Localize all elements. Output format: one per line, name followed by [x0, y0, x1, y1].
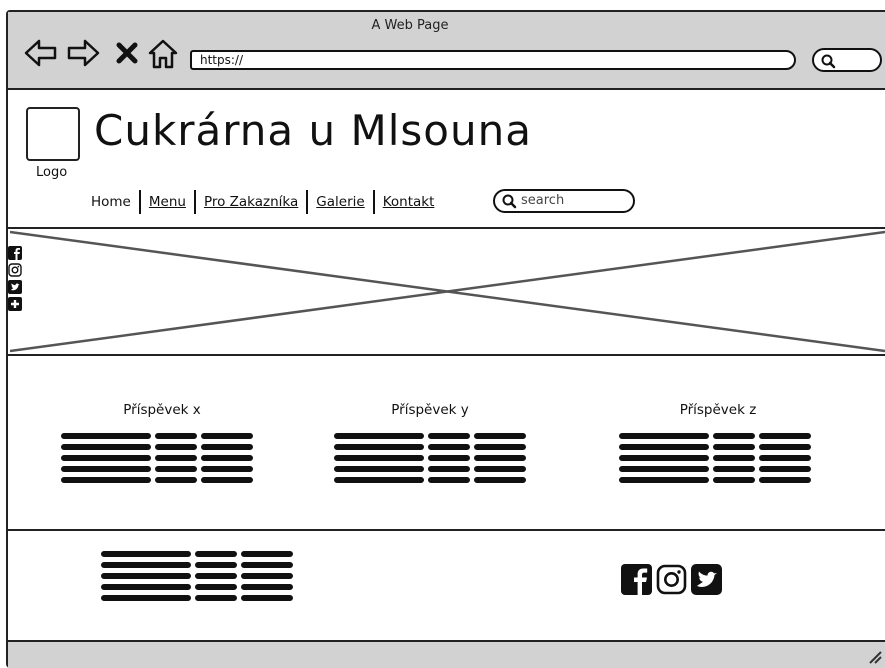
post-text-placeholder — [619, 433, 811, 483]
twitter-icon[interactable] — [691, 564, 722, 595]
facebook-icon[interactable] — [621, 564, 652, 595]
menu-item-pro-zakaznika[interactable]: Pro Zakazníka — [196, 193, 306, 211]
close-icon[interactable] — [116, 42, 138, 64]
instagram-icon[interactable] — [656, 564, 687, 595]
instagram-icon[interactable] — [8, 263, 22, 277]
post-title: Příspěvek z — [679, 402, 757, 418]
menu-item-home[interactable]: Home — [83, 193, 139, 211]
site-search-input[interactable]: search — [493, 189, 635, 213]
browser-status-bar — [8, 642, 885, 668]
divider — [8, 227, 885, 229]
post-text-placeholder — [334, 433, 526, 483]
url-input[interactable]: https:// — [190, 50, 796, 70]
post-title: Příspěvek x — [123, 402, 201, 418]
browser-search-button[interactable] — [812, 48, 882, 72]
post-title: Příspěvek y — [391, 402, 469, 418]
logo-label: Logo — [36, 165, 68, 180]
search-icon — [502, 194, 517, 209]
forward-arrow-icon[interactable] — [66, 38, 100, 68]
site-title: Cukrárna u Mlsouna — [94, 106, 532, 155]
social-sidebar — [8, 246, 24, 311]
divider — [8, 529, 885, 531]
back-arrow-icon[interactable] — [24, 38, 58, 68]
footer-social-links — [621, 564, 722, 595]
menu-item-galerie[interactable]: Galerie — [308, 193, 372, 211]
post-text-placeholder — [61, 433, 253, 483]
twitter-icon[interactable] — [8, 280, 22, 294]
home-icon[interactable] — [146, 38, 180, 70]
logo — [26, 107, 80, 161]
plus-icon[interactable] — [8, 297, 22, 311]
divider — [8, 354, 885, 356]
resize-handle-icon[interactable] — [868, 650, 882, 664]
search-icon — [821, 54, 836, 69]
hero-image-placeholder — [10, 230, 885, 353]
facebook-icon[interactable] — [8, 246, 22, 260]
window-title: A Web Page — [371, 18, 449, 33]
search-placeholder: search — [521, 193, 565, 208]
menu-item-menu[interactable]: Menu — [141, 193, 194, 211]
menu-item-kontakt[interactable]: Kontakt — [375, 193, 443, 211]
footer-text-placeholder — [101, 551, 293, 601]
main-menu: Home Menu Pro Zakazníka Galerie Kontakt — [83, 190, 442, 214]
